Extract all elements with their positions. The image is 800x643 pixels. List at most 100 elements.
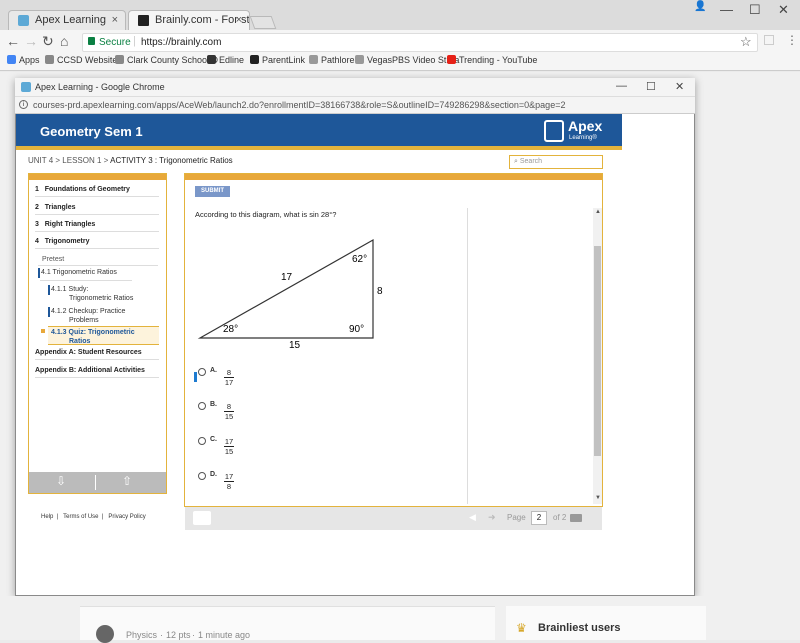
choice-a-fraction[interactable]: 8 17	[224, 368, 234, 387]
choice-c-letter: C.	[210, 436, 217, 443]
activity-marker	[48, 307, 50, 317]
footer-links: Help | Terms of Use | Privacy Policy	[41, 514, 146, 520]
submit-button[interactable]: SUBMIT	[195, 186, 230, 197]
time-label: 1 minute ago	[198, 630, 251, 640]
bookmark-item[interactable]: CCSD Websites	[45, 55, 122, 65]
banner-stripe	[16, 146, 622, 150]
close-window-button[interactable]: ✕	[778, 2, 789, 18]
bookmark-item[interactable]: Apps	[7, 55, 40, 65]
nav-lesson-4-1[interactable]: 4.1 Trigonometric Ratios	[41, 269, 117, 276]
bookmark-item[interactable]: Trending - YouTube	[447, 55, 537, 65]
label-hypotenuse: 17	[281, 272, 293, 283]
nav-unit-2[interactable]: 2 Triangles	[35, 204, 159, 215]
denominator: 15	[224, 447, 234, 456]
nav-unit-4[interactable]: 4 Trigonometry	[35, 238, 159, 249]
choice-c-fraction[interactable]: 17 15	[224, 437, 234, 456]
apex-logo-icon	[544, 120, 564, 142]
popup-url: courses-prd.apexlearning.com/apps/AceWeb…	[33, 100, 566, 110]
choice-d-radio[interactable]	[198, 472, 206, 480]
link-separator: |	[101, 514, 104, 520]
link-separator: |	[56, 514, 59, 520]
popup-maximize-button[interactable]: ☐	[646, 80, 656, 93]
search-placeholder: Search	[519, 158, 543, 165]
help-link[interactable]: Help	[41, 514, 53, 520]
next-page-icon[interactable]: ➜	[488, 512, 496, 523]
nav-activity-4-1-1[interactable]: 4.1.1 Study: Trigonometric Ratios	[51, 285, 133, 303]
tab-brainly[interactable]: Brainly.com - For studen ×	[128, 10, 250, 30]
nav-appendix-b[interactable]: Appendix B: Additional Activities	[35, 367, 159, 378]
popup-address-bar[interactable]: i courses-prd.apexlearning.com/apps/AceW…	[15, 97, 695, 114]
close-icon[interactable]: ×	[236, 14, 242, 26]
bookmark-icon	[250, 55, 259, 64]
unit-label: Triangles	[44, 204, 76, 211]
course-banner: Geometry Sem 1 Apex Learning®	[16, 114, 622, 150]
unit-label: Right Triangles	[44, 221, 96, 228]
scroll-up-button[interactable]: ⇧	[122, 474, 132, 488]
reload-button[interactable]: ↻	[42, 33, 54, 50]
numerator: 17	[224, 437, 234, 447]
nav-unit-1[interactable]: 1 Foundations of Geometry	[35, 186, 159, 197]
nav-appendix-a[interactable]: Appendix A: Student Resources	[35, 349, 159, 360]
bookmark-item[interactable]: Edline	[207, 55, 244, 65]
scroll-down-button[interactable]: ⇩	[56, 474, 66, 488]
scrollbar-thumb[interactable]	[594, 246, 601, 456]
popup-title: Apex Learning - Google Chrome	[35, 82, 165, 92]
angle-top: 62°	[352, 254, 367, 265]
search-input[interactable]: ⌕ Search	[509, 155, 603, 169]
print-icon[interactable]	[193, 511, 211, 525]
extension-icon[interactable]	[764, 35, 774, 45]
course-title: Geometry Sem 1	[40, 124, 143, 139]
choice-b-radio[interactable]	[198, 402, 206, 410]
angle-left: 28°	[223, 324, 238, 335]
unit-label: Trigonometry	[44, 238, 90, 245]
popup-minimize-button[interactable]: —	[616, 80, 627, 92]
choice-c-radio[interactable]	[198, 437, 206, 445]
home-button[interactable]: ⌂	[60, 33, 68, 49]
unit-num: 3	[35, 221, 39, 228]
privacy-link[interactable]: Privacy Policy	[108, 514, 145, 520]
nav-unit-3[interactable]: 3 Right Triangles	[35, 221, 159, 232]
avatar[interactable]	[96, 625, 114, 643]
address-bar[interactable]: Secure | https://brainly.com	[82, 33, 758, 52]
nav-pretest[interactable]: Pretest	[42, 256, 64, 263]
bookmark-star-icon[interactable]: ☆	[740, 34, 752, 50]
lock-icon	[88, 37, 95, 45]
terms-link[interactable]: Terms of Use	[63, 514, 98, 520]
subject-label[interactable]: Physics	[126, 630, 157, 640]
brainly-favicon-icon	[138, 15, 149, 26]
brainly-page-bottom: Physics · 12 pts · 1 minute ago ♛ Brainl…	[0, 596, 800, 643]
maximize-button[interactable]: ☐	[749, 2, 761, 18]
tab-apex[interactable]: Apex Learning ×	[8, 10, 126, 30]
prev-page-icon[interactable]: ◀	[469, 512, 476, 523]
denominator: 17	[224, 378, 234, 387]
page-label: Page	[507, 513, 526, 522]
choice-b-fraction[interactable]: 8 15	[224, 402, 234, 421]
bookmark-item[interactable]: ParentLink	[250, 55, 305, 65]
choice-a-radio[interactable]	[198, 368, 206, 376]
nav-activity-4-1-2[interactable]: 4.1.2 Checkup: Practice Problems	[51, 307, 125, 325]
bookmark-icon	[355, 55, 364, 64]
forward-button[interactable]: →	[24, 33, 38, 49]
popup-close-button[interactable]: ✕	[675, 80, 684, 93]
go-button[interactable]	[570, 514, 582, 522]
bookmark-icon	[115, 55, 124, 64]
info-icon[interactable]: i	[19, 100, 28, 109]
breadcrumb-prefix[interactable]: UNIT 4 > LESSON 1 >	[28, 156, 110, 165]
new-tab-button[interactable]	[249, 16, 277, 29]
brainliest-card: ♛ Brainliest users	[506, 606, 706, 640]
back-button[interactable]: ←	[6, 33, 20, 49]
menu-icon[interactable]: ⋮	[786, 33, 798, 47]
choice-d-fraction[interactable]: 17 8	[224, 472, 234, 491]
profile-icon[interactable]: 👤	[694, 1, 706, 12]
page-input[interactable]: 2	[531, 511, 547, 525]
bookmark-item[interactable]: Pathlore	[309, 55, 355, 65]
minimize-button[interactable]: —	[720, 2, 733, 17]
close-icon[interactable]: ×	[112, 14, 118, 26]
nav-activity-4-1-3[interactable]: 4.1.3 Quiz: Trigonometric Ratios	[51, 328, 135, 346]
bookmark-item[interactable]: VegasPBS Video Strea	[355, 55, 459, 65]
bookmark-label: CCSD Websites	[57, 55, 122, 65]
points-label: 12 pts	[166, 630, 191, 640]
bookmark-icon	[45, 55, 54, 64]
bookmark-item[interactable]: Clark County School D	[115, 55, 218, 65]
activity-line1: Checkup: Practice	[68, 308, 126, 315]
